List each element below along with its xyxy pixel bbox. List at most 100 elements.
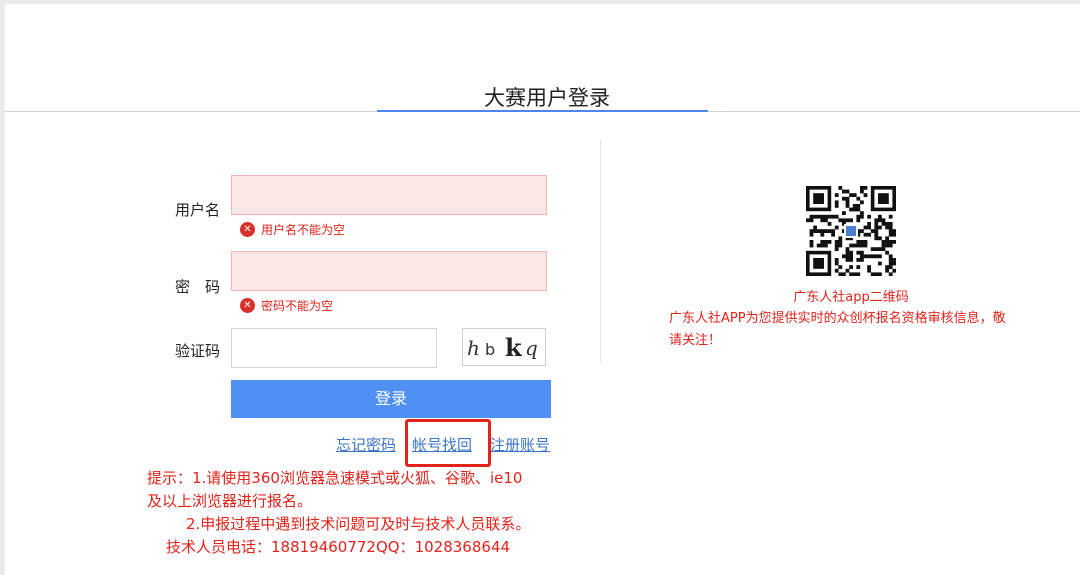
qr-module: [838, 236, 843, 241]
qr-module: [888, 222, 893, 226]
qr-module: [888, 261, 893, 266]
qr-module: [820, 232, 825, 237]
qr-module: [809, 232, 814, 237]
qr-module: [863, 225, 868, 230]
qr-module: [827, 214, 832, 219]
qr-module: [885, 240, 889, 244]
qr-module: [831, 232, 835, 237]
qr-module: [824, 229, 828, 233]
qr-module: [842, 211, 846, 215]
qr-module: [842, 254, 846, 259]
qr-module: [846, 226, 856, 236]
qr-module: [834, 243, 839, 248]
qr-module: [888, 232, 893, 237]
qr-module: [845, 258, 850, 262]
qr-module: [845, 218, 850, 223]
tip-line-4: 技术人员电话：18819460772QQ：1028368644: [166, 538, 511, 556]
qr-module: [834, 268, 839, 273]
qr-module: [849, 193, 853, 197]
qr-module: [860, 254, 864, 259]
password-input[interactable]: [231, 251, 547, 291]
qr-module: [849, 258, 853, 262]
qr-module: [878, 236, 882, 241]
qr-module: [856, 272, 861, 277]
password-error: ✕ 密码不能为空: [240, 297, 333, 314]
captcha-image[interactable]: h b k q: [462, 328, 546, 366]
qr-module: [888, 214, 893, 219]
qr-module: [806, 218, 810, 223]
qr-module: [838, 272, 843, 277]
qr-module: [816, 214, 821, 219]
qr-module: [852, 272, 857, 277]
qr-module: [813, 229, 817, 233]
qr-module: [874, 218, 879, 223]
error-x-icon: ✕: [240, 222, 255, 237]
qr-module: [849, 218, 853, 223]
error-x-icon: ✕: [240, 298, 255, 313]
qr-module: [860, 250, 864, 255]
qr-module: [824, 218, 828, 223]
qr-module: [892, 240, 897, 244]
qr-description: 广东人社APP为您提供实时的众创杯报名资格审核信息，敬请关注！: [669, 311, 1006, 348]
qr-module: [892, 268, 897, 273]
qr-module: [834, 225, 839, 230]
qr-module: [849, 207, 853, 212]
qr-module: [870, 247, 875, 251]
qr-module: [831, 229, 835, 233]
register-link[interactable]: 注册账号: [490, 434, 550, 455]
qr-module: [888, 272, 893, 277]
qr-module: [842, 218, 846, 223]
qr-module: [809, 243, 814, 248]
login-button[interactable]: 登录: [231, 380, 551, 418]
qr-module: [849, 254, 853, 259]
qr-module: [863, 254, 868, 259]
captcha-input[interactable]: [231, 328, 437, 368]
password-error-text: 密码不能为空: [261, 299, 334, 313]
qr-module: [878, 225, 882, 230]
qr-module: [831, 214, 835, 219]
qr-module: [834, 258, 839, 262]
page-title: 大赛用户登录: [484, 86, 610, 110]
qr-module: [881, 218, 886, 223]
qr-module: [881, 247, 886, 251]
qr-module: [874, 247, 879, 251]
qr-module: [852, 204, 857, 208]
qr-module: [842, 189, 846, 194]
qr-module: [838, 186, 843, 190]
qr-module: [860, 189, 864, 194]
qr-module: [867, 232, 871, 237]
qr-module: [892, 261, 897, 266]
username-error: ✕ 用户名不能为空: [240, 221, 345, 238]
qr-module: [888, 240, 893, 244]
qr-module: [878, 272, 882, 277]
tip-line-1: 提示：1.请使用360浏览器急速模式或火狐、谷歌、ie10: [147, 469, 523, 487]
vertical-divider: [600, 140, 601, 362]
qr-module: [834, 240, 839, 244]
qr-module: [852, 207, 857, 212]
qr-module: [813, 225, 817, 230]
qr-caption: 广东人社app二维码: [793, 290, 909, 305]
qr-module: [885, 265, 889, 269]
qr-module: [838, 243, 843, 248]
forgot-password-link[interactable]: 忘记密码: [336, 434, 396, 455]
qr-module: [849, 243, 853, 248]
qr-module: [888, 229, 893, 233]
username-input[interactable]: [231, 175, 547, 215]
qr-module: [888, 258, 893, 262]
qr-module: [885, 250, 889, 255]
qr-module: [867, 225, 871, 230]
qr-module: [874, 236, 879, 241]
qr-module: [892, 258, 897, 262]
qr-module: [816, 243, 821, 248]
qr-module: [885, 243, 889, 248]
qr-module: [892, 232, 897, 237]
qr-module: [838, 265, 843, 269]
qr-module: [845, 250, 850, 255]
qr-module: [856, 243, 861, 248]
qr-module: [816, 229, 821, 233]
qr-module: [860, 229, 864, 233]
tip-line-3: 2.申报过程中遇到技术问题可及时与技术人员联系。: [186, 515, 531, 533]
qr-module: [856, 196, 861, 201]
qr-module: [820, 240, 825, 244]
qr-module: [842, 196, 846, 201]
